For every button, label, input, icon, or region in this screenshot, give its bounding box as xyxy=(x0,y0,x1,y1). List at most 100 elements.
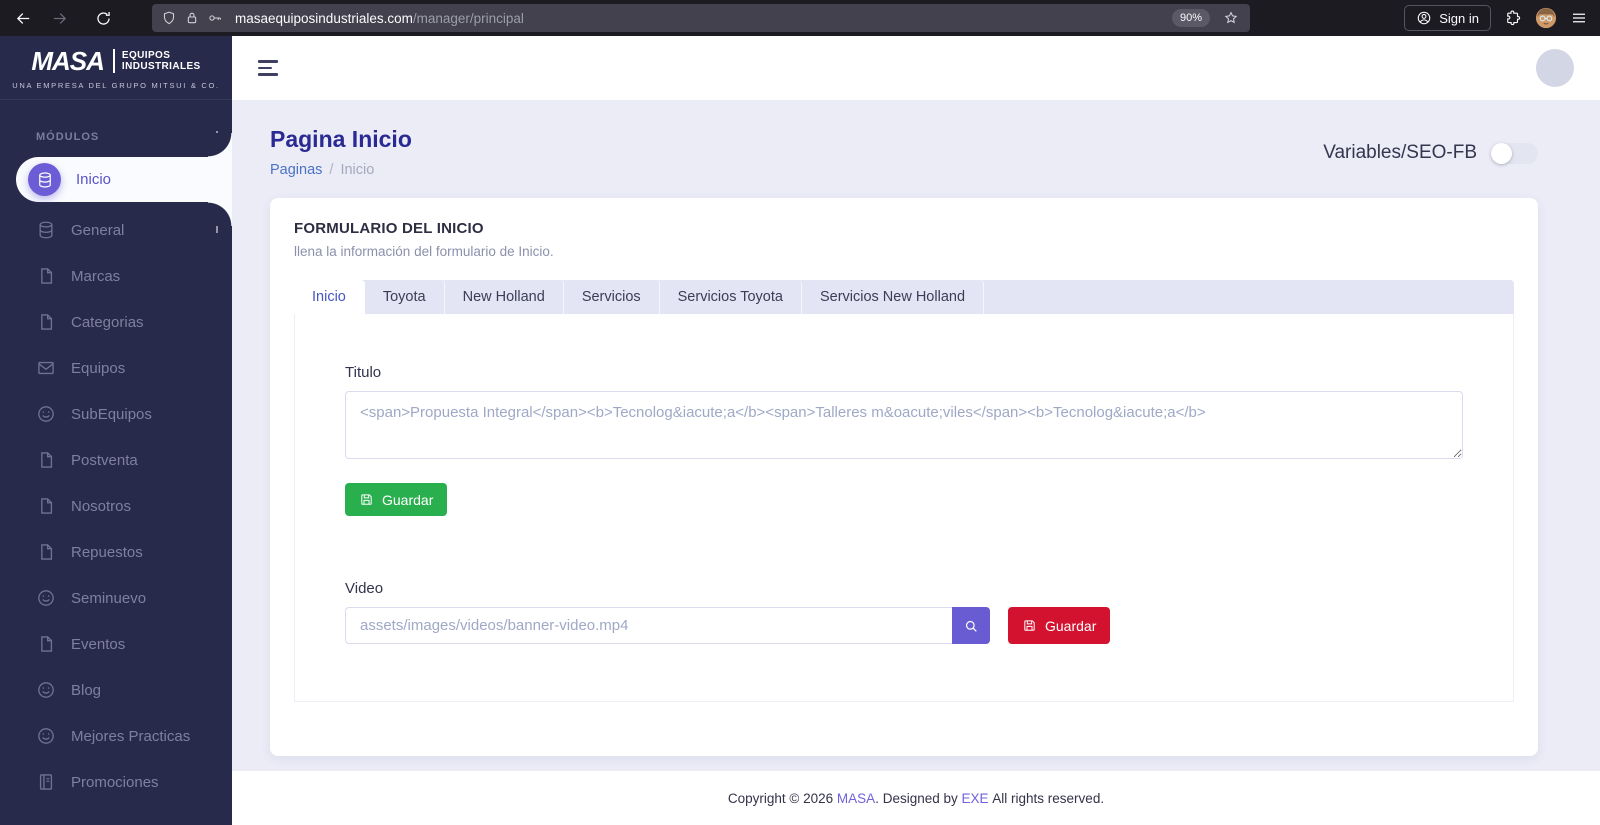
sidebar-item-nosotros[interactable]: Nosotros xyxy=(0,483,232,529)
sidebar-item-promociones[interactable]: Promociones xyxy=(0,759,232,805)
seo-toggle-row: Variables/SEO-FB xyxy=(1323,142,1538,164)
breadcrumb-separator: / xyxy=(329,162,334,178)
zoom-level-badge[interactable]: 90% xyxy=(1171,9,1210,27)
user-avatar[interactable] xyxy=(1536,49,1574,87)
sidebar-item-postventa[interactable]: Postventa xyxy=(0,437,232,483)
form-card: FORMULARIO DEL INICIO llena la informaci… xyxy=(270,198,1538,756)
footer-masa-link[interactable]: MASA xyxy=(837,791,875,806)
footer-text: Copyright © 2026 xyxy=(727,790,837,806)
sidebar-item-eventos[interactable]: Eventos xyxy=(0,621,232,667)
file-icon xyxy=(36,542,56,562)
footer: Copyright © 2026 MASA. Designed by EXE A… xyxy=(232,771,1600,825)
toggle-knob xyxy=(1491,142,1512,164)
file-icon xyxy=(36,634,56,654)
tab-servicios-new-holland[interactable]: Servicios New Holland xyxy=(802,280,985,314)
breadcrumb-paginas[interactable]: Paginas xyxy=(270,162,322,178)
sidebar-item-blog[interactable]: Blog xyxy=(0,667,232,713)
sidebar-item-repuestos[interactable]: Repuestos xyxy=(0,529,232,575)
signin-label: Sign in xyxy=(1439,10,1479,26)
url-bar[interactable]: masaequiposindustriales.com/manager/prin… xyxy=(152,4,1250,32)
tab-servicios-toyota[interactable]: Servicios Toyota xyxy=(660,280,802,314)
reload-button[interactable] xyxy=(88,4,118,32)
sidebar-item-label: Repuestos xyxy=(71,543,143,561)
profile-avatar[interactable] xyxy=(1535,7,1557,29)
sidebar-item-inicio[interactable]: Inicio xyxy=(16,133,232,226)
sidebar-item-subequipos[interactable]: SubEquipos xyxy=(0,391,232,437)
sidebar-item-label: SubEquipos xyxy=(71,405,152,423)
file-icon xyxy=(36,450,56,470)
signin-button[interactable]: Sign in xyxy=(1404,5,1491,31)
page-header: Pagina Inicio Paginas / Inicio Variables/S… xyxy=(270,100,1538,178)
sidebar-item-label: Seminuevo xyxy=(71,589,147,607)
bookmark-star-icon[interactable] xyxy=(1223,10,1239,26)
breadcrumb: Paginas / Inicio xyxy=(270,162,412,178)
sidebar-item-mejores-practicas[interactable]: Mejores Practicas xyxy=(0,713,232,759)
save-icon xyxy=(1022,618,1037,633)
app-topbar xyxy=(232,36,1600,100)
envelope-icon xyxy=(36,358,56,378)
card-subtitle: llena la información del formulario de I… xyxy=(294,244,554,259)
sidebar-item-label: Eventos xyxy=(71,635,126,653)
video-input[interactable] xyxy=(345,607,952,644)
logo-subtitle: EQUIPOS INDUSTRIALES xyxy=(121,50,201,72)
variables-seo-toggle[interactable] xyxy=(1491,142,1538,164)
breadcrumb-current: Inicio xyxy=(340,162,375,178)
sidebar-item-label: Postventa xyxy=(71,451,138,469)
footer-text: . Designed by xyxy=(875,790,962,806)
brand-logo[interactable]: MASA EQUIPOS INDUSTRIALES UNA EMPRESA DE… xyxy=(0,36,232,100)
browser-actions: Sign in xyxy=(1404,5,1592,31)
file-icon xyxy=(36,496,56,516)
screen: masaequiposindustriales.com/manager/prin… xyxy=(0,0,1600,825)
video-field-group: Video Guardar xyxy=(345,580,1463,644)
file-icon xyxy=(36,312,56,332)
sidebar-item-label: Categorias xyxy=(71,313,144,331)
file-icon xyxy=(36,266,56,286)
back-button[interactable] xyxy=(8,4,38,32)
sidebar-menu: Inicio General Marcas Categorias Equipos SubE… xyxy=(0,133,232,805)
page-title: Pagina Inicio xyxy=(270,126,412,152)
page-content: Pagina Inicio Paginas / Inicio Variables/S… xyxy=(232,100,1600,771)
sidebar-toggle-button[interactable] xyxy=(258,60,278,76)
sidebar-item-equipos[interactable]: Equipos xyxy=(0,345,232,391)
url-domain: masaequiposindustriales.com xyxy=(235,10,413,26)
tab-inicio[interactable]: Inicio xyxy=(294,280,365,314)
logo-wordmark: MASA xyxy=(31,45,105,76)
sidebar-item-label: General xyxy=(71,221,125,239)
sidebar-item-seminuevo[interactable]: Seminuevo xyxy=(0,575,232,621)
tab-servicios[interactable]: Servicios xyxy=(564,280,660,314)
tab-bar: Inicio Toyota New Holland Servicios Servicio… xyxy=(294,280,1514,314)
lock-icon[interactable] xyxy=(184,10,200,26)
seo-toggle-label: Variables/SEO-FB xyxy=(1323,142,1477,163)
sidebar: MASA EQUIPOS INDUSTRIALES UNA EMPRESA DE… xyxy=(0,36,232,825)
titulo-textarea[interactable] xyxy=(345,391,1463,459)
sidebar-item-general[interactable]: General xyxy=(0,207,232,253)
smiley-icon xyxy=(36,404,56,424)
video-label: Video xyxy=(345,580,384,597)
url-path: /manager/principal xyxy=(412,10,524,26)
video-save-button[interactable]: Guardar xyxy=(1008,607,1111,644)
footer-exe-link[interactable]: EXE xyxy=(962,791,989,806)
database-icon xyxy=(36,220,56,240)
url-text: masaequiposindustriales.com/manager/prin… xyxy=(235,11,1165,26)
forward-button[interactable] xyxy=(44,4,74,32)
footer-text: All rights reserved. xyxy=(988,790,1105,806)
video-search-button[interactable] xyxy=(952,607,990,644)
sidebar-item-label: Marcas xyxy=(71,267,121,285)
key-icon[interactable] xyxy=(207,10,223,26)
browser-menu-button[interactable] xyxy=(1570,9,1588,27)
search-icon xyxy=(963,618,979,634)
tab-new-holland[interactable]: New Holland xyxy=(445,280,564,314)
titulo-save-button[interactable]: Guardar xyxy=(345,483,448,516)
sidebar-item-categorias[interactable]: Categorias xyxy=(0,299,232,345)
main-area: Pagina Inicio Paginas / Inicio Variables/S… xyxy=(232,36,1600,825)
tab-toyota[interactable]: Toyota xyxy=(365,280,445,314)
sidebar-item-marcas[interactable]: Marcas xyxy=(0,253,232,299)
card-title: FORMULARIO DEL INICIO xyxy=(294,220,484,237)
logo-tagline: UNA EMPRESA DEL GRUPO MITSUI & CO. xyxy=(12,80,220,90)
sidebar-item-label: Blog xyxy=(71,681,102,699)
smiley-icon xyxy=(36,726,56,746)
extensions-icon[interactable] xyxy=(1504,9,1522,27)
browser-toolbar: masaequiposindustriales.com/manager/prin… xyxy=(0,0,1600,36)
shield-icon[interactable] xyxy=(161,10,177,26)
sidebar-item-label: Mejores Practicas xyxy=(71,727,191,745)
